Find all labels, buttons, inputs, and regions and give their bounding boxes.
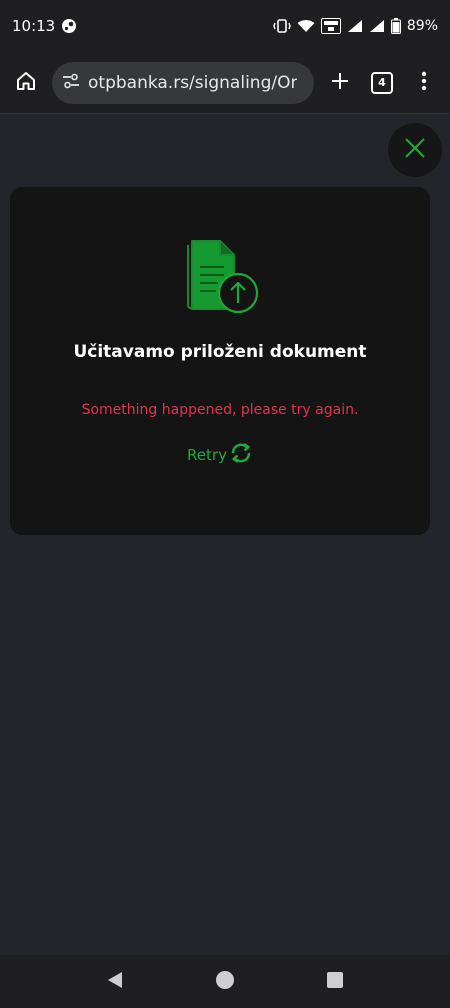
steam-icon [61, 18, 77, 34]
more-vert-icon [421, 71, 427, 95]
back-triangle-icon [106, 970, 124, 994]
vibrate-icon [273, 19, 291, 33]
battery-percent: 89% [406, 18, 438, 34]
home-button[interactable] [10, 67, 42, 99]
recents-square-icon [326, 971, 344, 993]
site-settings-icon[interactable] [62, 73, 80, 93]
system-nav-bar [0, 955, 450, 1008]
card-title: Učitavamo priloženi dokument [73, 342, 367, 362]
wifi-icon [297, 19, 315, 33]
close-button[interactable] [388, 123, 442, 177]
browser-toolbar: otpbanka.rs/signaling/Or 4 [0, 52, 450, 114]
home-nav-button[interactable] [213, 970, 237, 994]
home-icon [15, 70, 37, 96]
error-message: Something happened, please try again. [81, 402, 359, 418]
close-icon [403, 136, 427, 164]
status-bar: 10:13 89% [0, 0, 450, 52]
signal-1-icon [347, 19, 363, 33]
status-left: 10:13 [12, 17, 77, 35]
document-upload-icon [182, 237, 272, 317]
recents-button[interactable] [323, 970, 347, 994]
document-upload-card: Učitavamo priloženi dokument Something h… [10, 187, 430, 535]
plus-icon [330, 71, 350, 95]
back-button[interactable] [103, 970, 127, 994]
retry-label: Retry [187, 446, 227, 464]
signal-2-icon [369, 19, 385, 33]
address-bar[interactable]: otpbanka.rs/signaling/Or [52, 61, 314, 104]
tab-switcher-button[interactable]: 4 [366, 67, 398, 99]
tab-count: 4 [371, 71, 393, 94]
url-text[interactable]: otpbanka.rs/signaling/Or [88, 73, 297, 93]
refresh-icon [229, 441, 253, 469]
status-right: 89% [273, 18, 438, 34]
browser-menu-button[interactable] [408, 67, 440, 99]
volte-icon [320, 18, 341, 34]
home-circle-icon [215, 970, 235, 994]
retry-button[interactable]: Retry [10, 441, 430, 469]
battery-icon [390, 18, 401, 34]
new-tab-button[interactable] [324, 67, 356, 99]
status-time: 10:13 [12, 17, 56, 35]
